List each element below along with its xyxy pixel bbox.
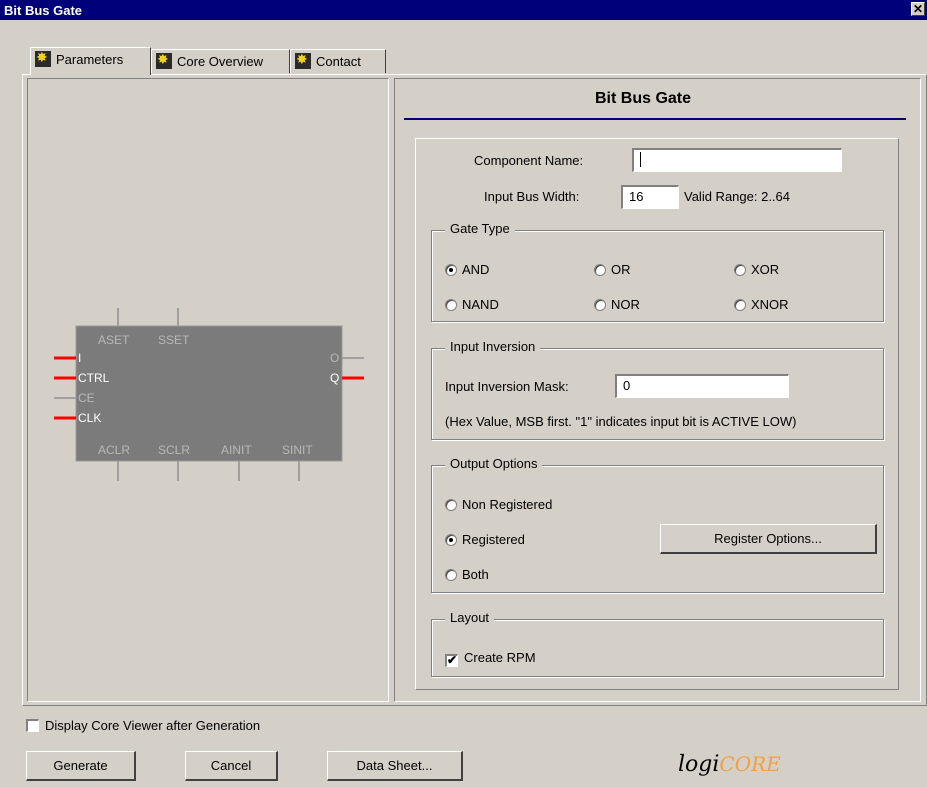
close-button[interactable]: ✕ — [911, 2, 925, 16]
heading-rule — [404, 118, 906, 120]
radio-xnor-label: XNOR — [751, 297, 789, 312]
radio-non-registered-label: Non Registered — [462, 497, 553, 512]
radio-dot — [445, 569, 457, 581]
input-inversion-title: Input Inversion — [445, 339, 541, 354]
generate-button[interactable]: Generate — [26, 751, 136, 781]
main-window: Bit Bus Gate ✕ Parameters Core Overview … — [0, 0, 927, 787]
title-bar: Bit Bus Gate ✕ — [0, 0, 927, 20]
tab-contact[interactable]: Contact — [290, 49, 386, 73]
tab-parameters[interactable]: Parameters — [30, 47, 151, 75]
gate-type-title: Gate Type — [445, 221, 515, 236]
data-sheet-button[interactable]: Data Sheet... — [327, 751, 463, 781]
display-viewer-label: Display Core Viewer after Generation — [45, 718, 261, 733]
radio-xor[interactable]: XOR — [734, 262, 779, 277]
radio-or-label: OR — [611, 262, 631, 277]
radio-nand[interactable]: NAND — [445, 297, 499, 312]
layout-group — [431, 619, 884, 677]
pin-label-sinit: SINIT — [282, 443, 313, 457]
inversion-mask-field[interactable]: 0 — [615, 374, 789, 398]
checkbox-box — [26, 719, 39, 732]
component-name-field[interactable] — [632, 148, 842, 172]
xilinx-core-icon — [35, 49, 51, 67]
pin-label-sclr: SCLR — [158, 443, 190, 457]
layout-title: Layout — [445, 610, 495, 625]
window-title: Bit Bus Gate — [4, 3, 83, 18]
radio-dot — [445, 499, 457, 511]
inversion-hint: (Hex Value, MSB first. "1" indicates inp… — [445, 414, 797, 429]
symbol-viewer-panel: ASET SSET I CTRL CE CLK O Q ACLR SCLR AI… — [27, 78, 389, 702]
logicore-logo: logiCORE — [678, 752, 781, 777]
cancel-button[interactable]: Cancel — [185, 751, 278, 781]
radio-dot — [445, 534, 457, 546]
radio-dot — [734, 264, 746, 276]
pin-label-sset: SSET — [158, 333, 190, 347]
pin-label-ctrl: CTRL — [78, 371, 110, 385]
tab-parameters-label: Parameters — [56, 52, 124, 67]
checkmark-icon: ✔ — [445, 653, 458, 667]
form-heading: Bit Bus Gate — [595, 90, 692, 107]
radio-dot — [594, 264, 606, 276]
core-symbol: ASET SSET I CTRL CE CLK O Q ACLR SCLR AI… — [54, 308, 364, 481]
pin-label-aset: ASET — [98, 333, 130, 347]
pin-label-ce: CE — [78, 391, 95, 405]
radio-or[interactable]: OR — [594, 262, 631, 277]
radio-dot — [734, 299, 746, 311]
pin-label-q: Q — [330, 371, 339, 385]
radio-dot — [594, 299, 606, 311]
input-bus-width-field[interactable]: 16 — [621, 185, 679, 209]
logo-prefix: logi — [678, 752, 720, 777]
tab-core-overview-label: Core Overview — [177, 54, 263, 69]
tab-contact-label: Contact — [316, 54, 361, 69]
pin-label-ainit: AINIT — [221, 443, 252, 457]
create-rpm-label: Create RPM — [464, 650, 536, 665]
create-rpm-checkbox[interactable]: ✔ Create RPM — [445, 650, 536, 667]
radio-both-label: Both — [462, 567, 489, 582]
radio-and[interactable]: AND — [445, 262, 489, 277]
radio-non-registered[interactable]: Non Registered — [445, 497, 552, 512]
text-caret — [640, 152, 641, 167]
logo-suffix: CORE — [719, 752, 781, 776]
radio-dot — [445, 264, 457, 276]
display-viewer-checkbox[interactable]: Display Core Viewer after Generation — [26, 718, 260, 733]
xilinx-core-icon — [156, 51, 172, 69]
radio-registered[interactable]: Registered — [445, 532, 525, 547]
output-options-title: Output Options — [445, 456, 543, 471]
radio-and-label: AND — [462, 262, 490, 277]
radio-nand-label: NAND — [462, 297, 499, 312]
inversion-mask-label: Input Inversion Mask: — [445, 379, 569, 394]
radio-xnor[interactable]: XNOR — [734, 297, 789, 312]
radio-both[interactable]: Both — [445, 567, 489, 582]
register-options-button[interactable]: Register Options... — [660, 524, 877, 554]
pin-label-i: I — [78, 351, 81, 365]
radio-nor[interactable]: NOR — [594, 297, 640, 312]
pin-label-o: O — [330, 351, 339, 365]
valid-range-text: Valid Range: 2..64 — [684, 189, 790, 204]
radio-nor-label: NOR — [611, 297, 640, 312]
radio-xor-label: XOR — [751, 262, 780, 277]
pin-label-clk: CLK — [78, 411, 101, 425]
input-bus-width-label: Input Bus Width: — [484, 189, 580, 204]
radio-dot — [445, 299, 457, 311]
pin-label-aclr: ACLR — [98, 443, 130, 457]
component-name-label: Component Name: — [474, 153, 584, 168]
tab-core-overview[interactable]: Core Overview — [151, 49, 290, 73]
radio-registered-label: Registered — [462, 532, 525, 547]
gate-type-group — [431, 230, 884, 322]
xilinx-core-icon — [295, 51, 311, 69]
